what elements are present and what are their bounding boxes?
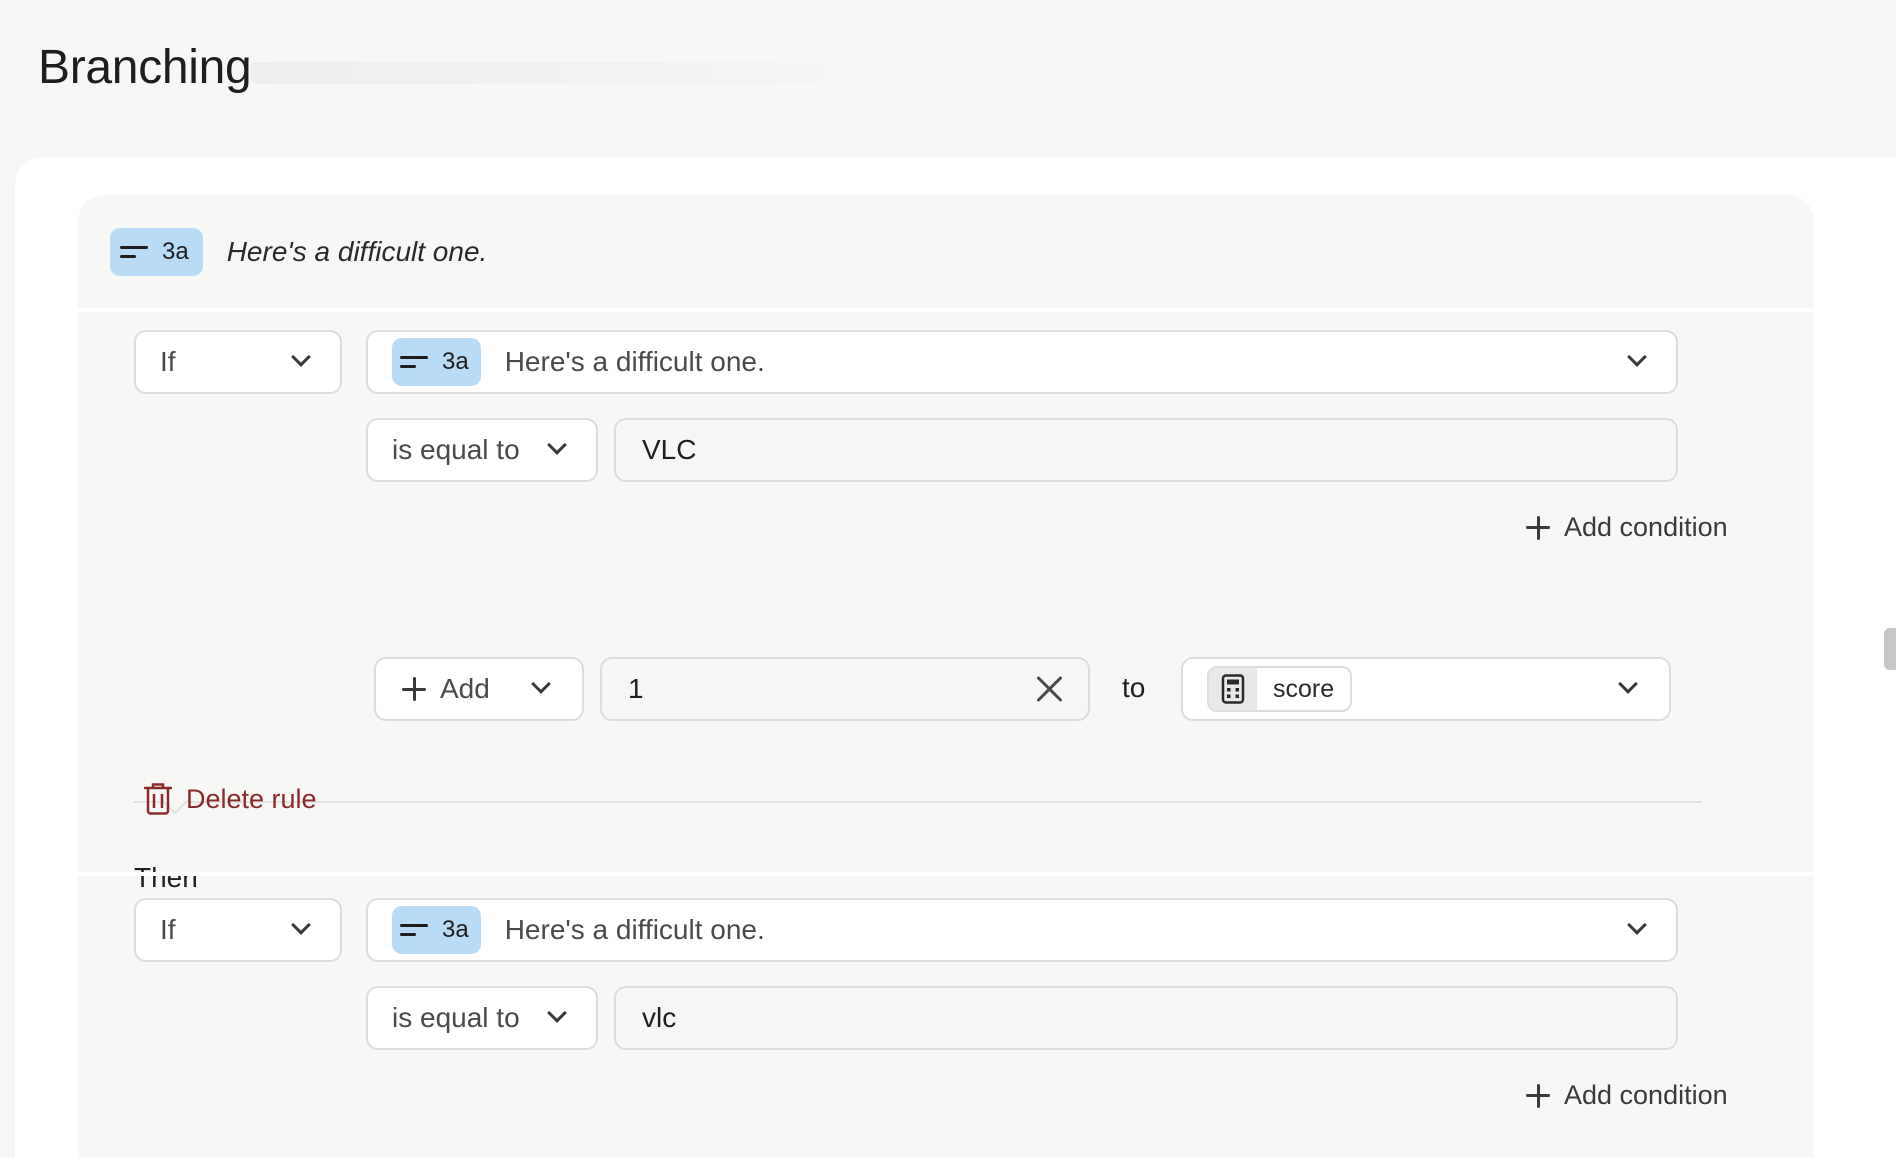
operator-select[interactable]: is equal to [366,418,598,482]
if-select[interactable]: If [134,330,342,394]
condition-value-input[interactable]: vlc [614,986,1678,1050]
trash-icon [144,783,172,815]
title-loading-shimmer [250,62,910,84]
question-select-text: Here's a difficult one. [504,914,765,945]
scrollbar-thumb[interactable] [1884,628,1896,670]
condition-value: VLC [642,434,697,465]
plus-icon [402,677,426,701]
condition-value: vlc [642,1002,677,1033]
operator-label: is equal to [392,1002,520,1033]
chevron-down-icon [291,915,311,935]
add-condition-label: Add condition [1564,512,1728,542]
delete-rule-label: Delete rule [186,783,317,814]
action-value: 1 [628,673,644,704]
question-tag-badge: 3a [110,227,203,276]
chevron-down-icon [1627,347,1647,367]
question-tag: 3a [162,237,189,265]
clear-icon[interactable] [1034,674,1064,704]
then-divider [134,801,1702,803]
plus-icon [1526,1083,1550,1108]
to-label: to [1122,672,1146,703]
short-text-icon [400,923,428,937]
chevron-down-icon [531,674,551,694]
question-header: 3a Here's a difficult one. [78,195,1814,308]
action-select[interactable]: Add [374,657,584,721]
add-condition-button[interactable]: Add condition [1526,1080,1728,1111]
variable-select[interactable]: score [1181,657,1671,721]
operator-select[interactable]: is equal to [366,986,598,1050]
calculator-icon [1209,668,1257,710]
question-select[interactable]: 3a Here's a difficult one. [366,898,1678,962]
plus-icon [1526,515,1550,540]
question-tag-badge: 3a [392,338,481,386]
variable-chip: score [1207,666,1353,712]
page-title: Branching [38,41,252,94]
branching-rule-2: If 3a Here's a difficult one. is equal t… [78,876,1814,1158]
chevron-down-icon [547,1003,567,1023]
delete-rule-button[interactable]: Delete rule [144,783,317,815]
if-select[interactable]: If [134,898,342,962]
add-condition-label: Add condition [1564,1080,1728,1110]
question-tag: 3a [442,348,469,375]
question-title: Here's a difficult one. [226,235,488,267]
chevron-down-icon [1618,674,1638,694]
chevron-down-icon [547,435,567,455]
condition-value-input[interactable]: VLC [614,418,1678,482]
if-select-label: If [160,346,176,377]
question-tag: 3a [442,916,469,943]
action-label: Add [440,673,490,704]
add-condition-button[interactable]: Add condition [1526,512,1728,543]
action-value-input[interactable]: 1 [600,657,1090,721]
chevron-down-icon [1627,915,1647,935]
if-select-label: If [160,914,176,945]
branching-rule-1: If 3a Here's a difficult one. is equal t… [78,312,1814,893]
question-select-text: Here's a difficult one. [504,346,765,377]
operator-label: is equal to [392,434,520,465]
short-text-icon [400,355,428,369]
question-branching-panel: 3a Here's a difficult one. If 3a Here's … [78,195,1814,1158]
variable-name: score [1273,674,1335,703]
question-tag-badge: 3a [392,906,481,954]
short-text-icon [120,245,148,259]
chevron-down-icon [291,347,311,367]
question-select[interactable]: 3a Here's a difficult one. [366,330,1678,394]
